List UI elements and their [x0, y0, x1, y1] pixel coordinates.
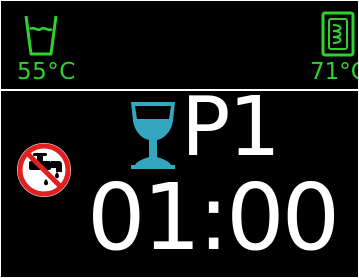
timer-display: 01:00: [87, 164, 340, 271]
wash-temperature: 55°C: [17, 59, 76, 85]
boiler-heater-icon: [321, 11, 355, 57]
divider: [1, 89, 358, 91]
program-label: P1: [181, 80, 281, 175]
rinse-temperature: 71°C: [310, 59, 358, 85]
status-bar: 55°C 71°C: [1, 1, 358, 89]
dishwasher-display: 55°C 71°C P1 01:00: [1, 1, 358, 277]
no-water-faucet-icon: [17, 143, 71, 197]
wine-glass-icon: [131, 102, 175, 169]
wash-tank-icon: [24, 15, 58, 56]
